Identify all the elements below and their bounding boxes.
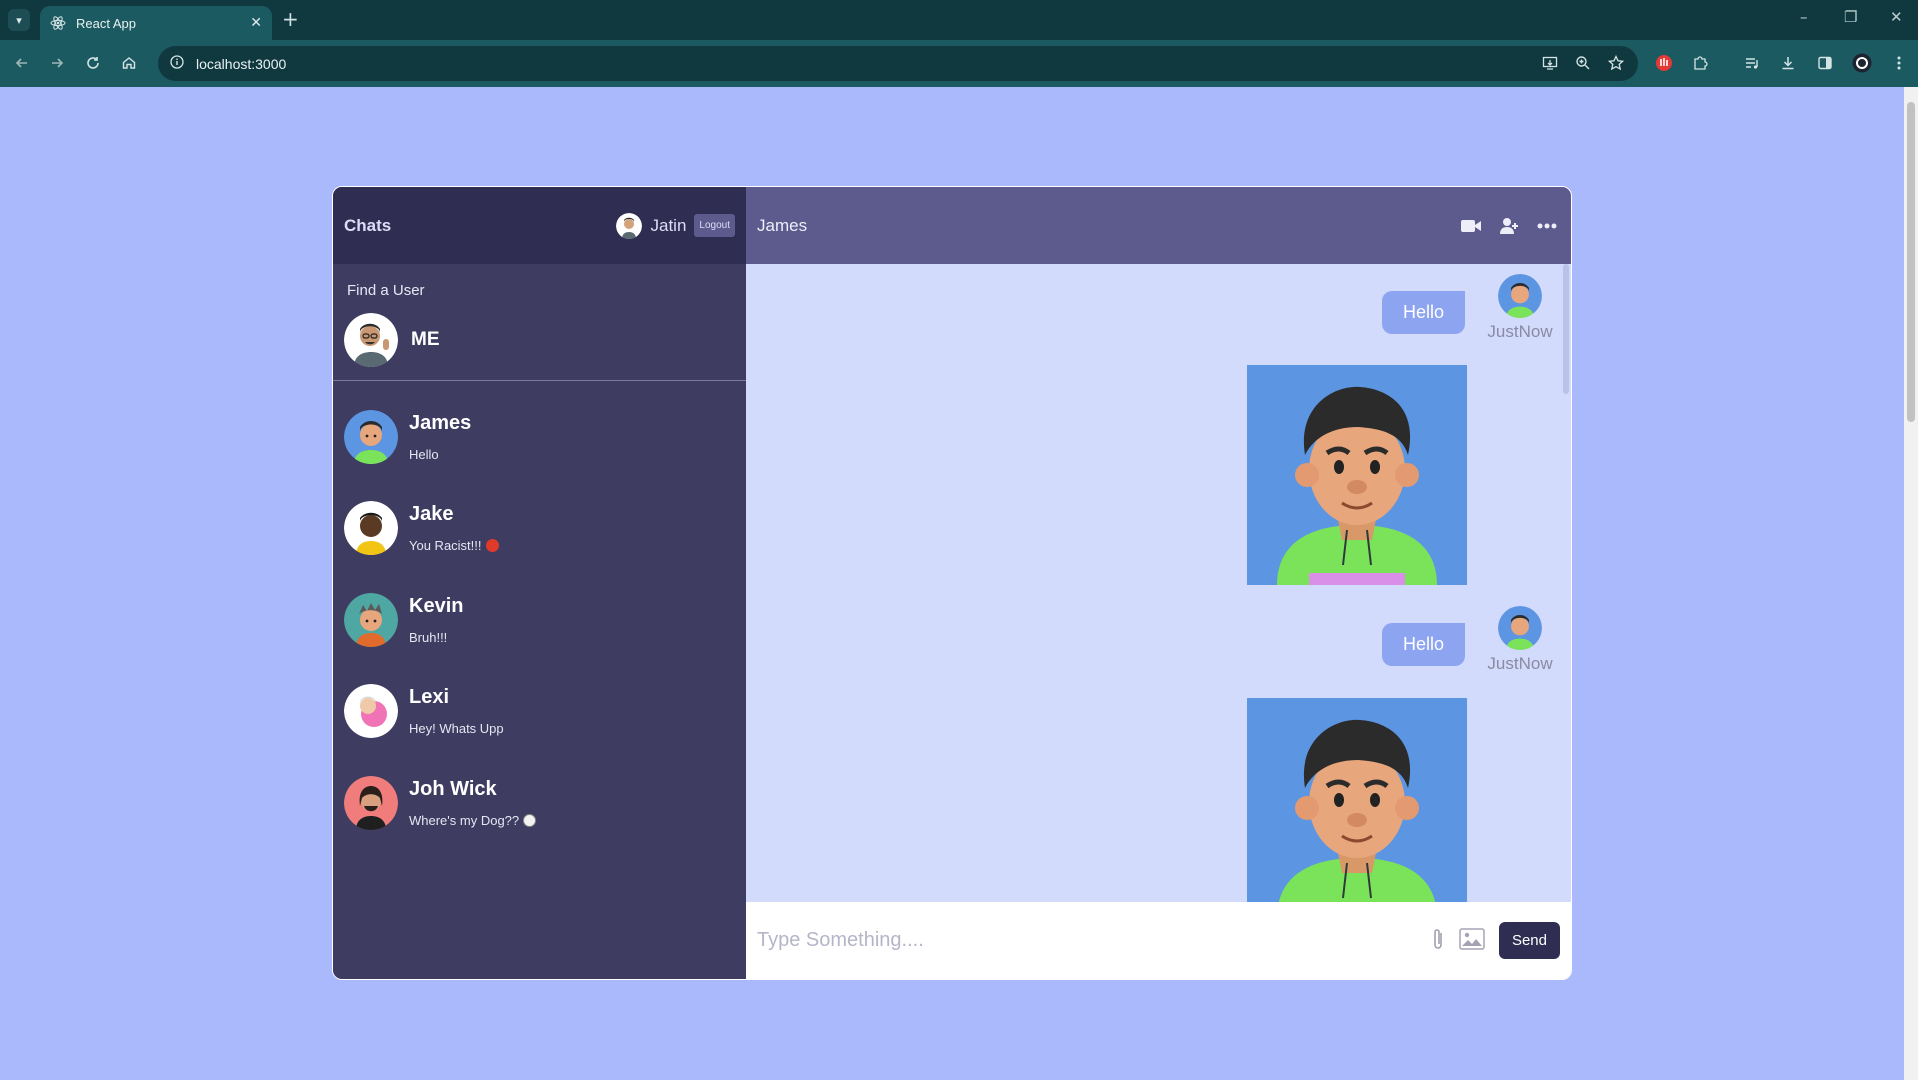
james-photo — [1247, 365, 1467, 585]
chat-name: Lexi — [409, 686, 450, 709]
media-controls-icon[interactable] — [1741, 52, 1763, 74]
browser-tab-bar: ▾ React App ✕ + – ❐ ✕ — [0, 0, 1918, 40]
chat-last-message-text: Hello — [409, 446, 439, 462]
tab-title: React App — [76, 15, 136, 31]
message-time: JustNow — [1487, 654, 1553, 673]
message-time: JustNow — [1487, 322, 1553, 341]
current-user-name: Jatin — [650, 215, 687, 235]
bookmark-star-icon[interactable] — [1605, 52, 1627, 74]
james-photo — [1247, 698, 1467, 902]
browser-toolbar: localhost:3000 — [0, 40, 1918, 87]
side-panel-icon[interactable] — [1814, 52, 1836, 74]
profile-avatar-icon[interactable] — [1851, 52, 1873, 74]
chat-last-message-text: Bruh!!! — [409, 629, 448, 645]
message-input[interactable] — [757, 929, 1431, 952]
minimize-icon[interactable]: – — [1800, 8, 1808, 26]
browser-tab[interactable]: React App ✕ — [40, 6, 272, 40]
message-sender-avatar — [1498, 274, 1542, 318]
site-info-icon[interactable] — [170, 54, 184, 73]
extension-red-icon[interactable] — [1653, 52, 1675, 74]
lexi-avatar — [344, 684, 398, 739]
chat-last-message: Hey! Whats Upp — [409, 721, 504, 736]
send-button[interactable]: Send — [1498, 922, 1560, 959]
url-text: localhost:3000 — [196, 55, 287, 72]
chat-item-lexi[interactable]: Lexi Hey! Whats Upp — [333, 666, 746, 758]
current-user: Jatin Logout — [616, 212, 735, 239]
reload-icon[interactable] — [81, 51, 105, 75]
search-result-item[interactable]: ME — [333, 309, 746, 381]
kevin-avatar — [344, 592, 398, 647]
add-user-icon[interactable] — [1496, 213, 1522, 239]
video-camera-icon[interactable] — [1458, 213, 1484, 239]
new-tab-icon[interactable]: + — [282, 8, 299, 30]
chat-name: Jake — [409, 503, 454, 526]
chat-header: James — [746, 187, 1571, 264]
forward-icon[interactable] — [45, 51, 69, 75]
message-bubble: Hello — [1381, 623, 1465, 666]
message-sender-avatar — [1498, 606, 1542, 650]
chat-item-joh-wick[interactable]: Joh Wick Where's my Dog?? — [333, 757, 746, 849]
back-icon[interactable] — [10, 51, 34, 75]
joh-wick-avatar — [344, 775, 398, 830]
message-image[interactable] — [1247, 365, 1467, 585]
jake-avatar — [344, 501, 398, 556]
message-image[interactable] — [1247, 698, 1467, 902]
home-icon[interactable] — [117, 51, 141, 75]
react-logo-icon — [50, 15, 66, 31]
logout-button[interactable]: Logout — [694, 214, 735, 237]
browser-menu-icon[interactable] — [1888, 52, 1910, 74]
chat-item-jake[interactable]: Jake You Racist!!! — [333, 483, 746, 575]
restore-icon[interactable]: ❐ — [1844, 8, 1857, 26]
image-icon[interactable] — [1459, 927, 1485, 954]
chat-last-message: Bruh!!! — [409, 630, 463, 645]
message-list[interactable]: Hello JustNow Hello JustNow — [746, 264, 1571, 902]
chat-last-message-text: You Racist!!! — [409, 538, 482, 554]
zoom-icon[interactable] — [1572, 52, 1594, 74]
app-logo: Chats — [344, 215, 392, 235]
chat-name: Joh Wick — [409, 777, 497, 800]
chat-app: Chats Jatin Logout Find a User ME James … — [332, 186, 1572, 980]
message-composer: Send — [746, 902, 1571, 979]
chat-last-message: You Racist!!! — [409, 538, 499, 553]
address-bar[interactable]: localhost:3000 — [158, 46, 1638, 81]
chat-item-kevin[interactable]: Kevin Bruh!!! — [333, 574, 746, 666]
dog-face-icon — [523, 813, 537, 827]
angry-face-icon — [485, 539, 499, 553]
message-bubble: Hello — [1381, 291, 1465, 334]
chat-pane: James Hello JustNow Hello JustNow Type S… — [746, 187, 1571, 979]
james-avatar — [344, 409, 398, 464]
me-avatar — [344, 312, 398, 367]
extensions-puzzle-icon[interactable] — [1689, 52, 1711, 74]
message-item: Hello JustNow — [1381, 606, 1555, 674]
chat-last-message: Hello — [409, 447, 471, 462]
chat-last-message: Where's my Dog?? — [409, 812, 537, 828]
chat-last-message-text: Where's my Dog?? — [409, 812, 520, 828]
download-icon[interactable] — [1777, 52, 1799, 74]
sidebar: Chats Jatin Logout Find a User ME James … — [333, 187, 746, 979]
page-scrollbar-thumb[interactable] — [1907, 102, 1915, 422]
more-icon[interactable] — [1534, 213, 1560, 239]
chat-name: James — [409, 411, 472, 434]
me-label: ME — [411, 328, 440, 350]
attach-icon[interactable] — [1431, 927, 1445, 955]
tab-close-icon[interactable]: ✕ — [250, 15, 262, 31]
chat-item-james[interactable]: James Hello — [333, 391, 746, 483]
install-app-icon[interactable] — [1539, 52, 1561, 74]
chat-title: James — [757, 215, 808, 235]
current-user-avatar — [616, 212, 643, 239]
sidebar-navbar: Chats Jatin Logout — [333, 187, 746, 264]
close-window-icon[interactable]: ✕ — [1890, 8, 1903, 26]
chat-list: James Hello Jake You Racist!!! Kevin Bru… — [333, 381, 746, 849]
find-user-input[interactable]: Find a User — [333, 264, 746, 309]
messages-scrollbar-thumb[interactable] — [1563, 264, 1569, 394]
message-item: Hello JustNow — [1381, 274, 1555, 342]
chat-last-message-text: Hey! Whats Upp — [409, 721, 504, 737]
tab-search-chevron-icon[interactable]: ▾ — [8, 9, 30, 31]
chat-name: Kevin — [409, 594, 464, 617]
page-scrollbar[interactable] — [1904, 87, 1918, 1080]
